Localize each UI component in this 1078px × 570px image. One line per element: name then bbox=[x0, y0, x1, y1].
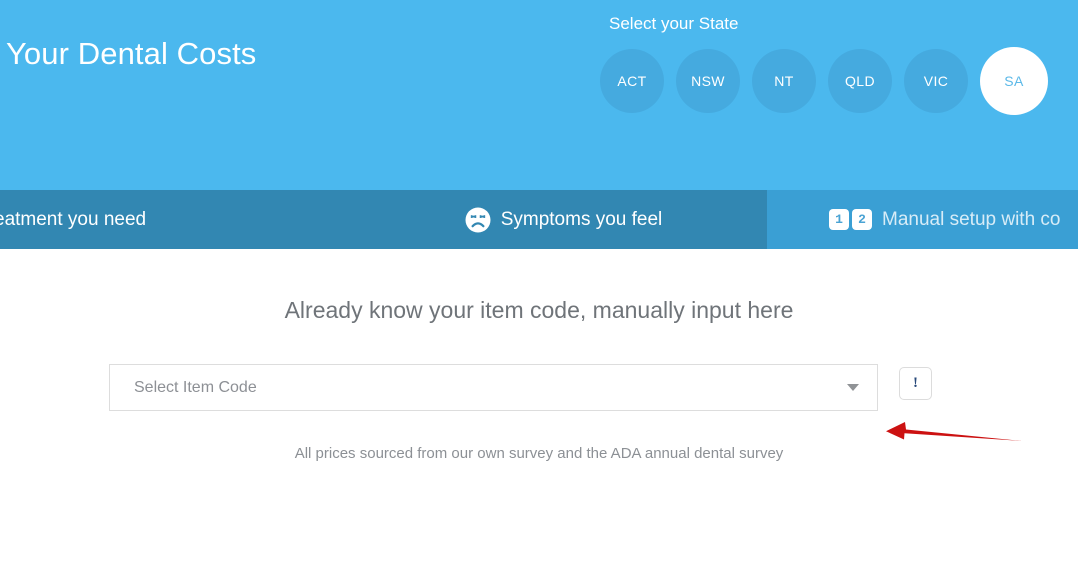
chevron-down-icon[interactable] bbox=[847, 384, 859, 391]
state-selector-label: Select your State bbox=[609, 14, 739, 33]
state-circle-list: ACT NSW NT QLD VIC SA bbox=[600, 47, 1048, 115]
numbers-one-two-icon: 1 2 bbox=[829, 209, 872, 230]
state-button-nt[interactable]: NT bbox=[752, 49, 816, 113]
tab-symptoms-label: Symptoms you feel bbox=[500, 208, 663, 230]
page-header: Your Dental Costs Select your State ACT … bbox=[0, 0, 1078, 190]
item-code-row: Select Item Code ! bbox=[109, 364, 932, 411]
exclamation-icon: ! bbox=[913, 375, 918, 391]
state-button-qld[interactable]: QLD bbox=[828, 49, 892, 113]
navigation-tabs: eatment you need Symptoms you feel 1 2 M… bbox=[0, 190, 1078, 249]
digit-one: 1 bbox=[829, 209, 849, 230]
main-content: Already know your item code, manually in… bbox=[0, 249, 1078, 570]
digit-two: 2 bbox=[852, 209, 872, 230]
state-button-nsw[interactable]: NSW bbox=[676, 49, 740, 113]
tab-treatment-label: eatment you need bbox=[0, 208, 147, 230]
state-button-vic[interactable]: VIC bbox=[904, 49, 968, 113]
state-button-act[interactable]: ACT bbox=[600, 49, 664, 113]
tab-symptoms-you-feel[interactable]: Symptoms you feel bbox=[360, 190, 767, 249]
state-button-sa[interactable]: SA bbox=[980, 47, 1048, 115]
item-code-select[interactable]: Select Item Code bbox=[109, 364, 878, 411]
sad-face-icon bbox=[465, 207, 491, 233]
item-code-placeholder: Select Item Code bbox=[134, 378, 257, 396]
tab-treatment-you-need[interactable]: eatment you need bbox=[0, 190, 360, 249]
main-heading: Already know your item code, manually in… bbox=[284, 297, 794, 323]
tab-manual-setup-label: Manual setup with co bbox=[882, 208, 1061, 230]
source-note: All prices sourced from our own survey a… bbox=[294, 445, 784, 462]
info-button[interactable]: ! bbox=[899, 367, 932, 400]
page-title: Your Dental Costs bbox=[6, 36, 257, 71]
tab-manual-setup-with-codes[interactable]: 1 2 Manual setup with co bbox=[767, 190, 1078, 249]
state-selector: Select your State ACT NSW NT QLD VIC SA bbox=[600, 14, 1078, 115]
